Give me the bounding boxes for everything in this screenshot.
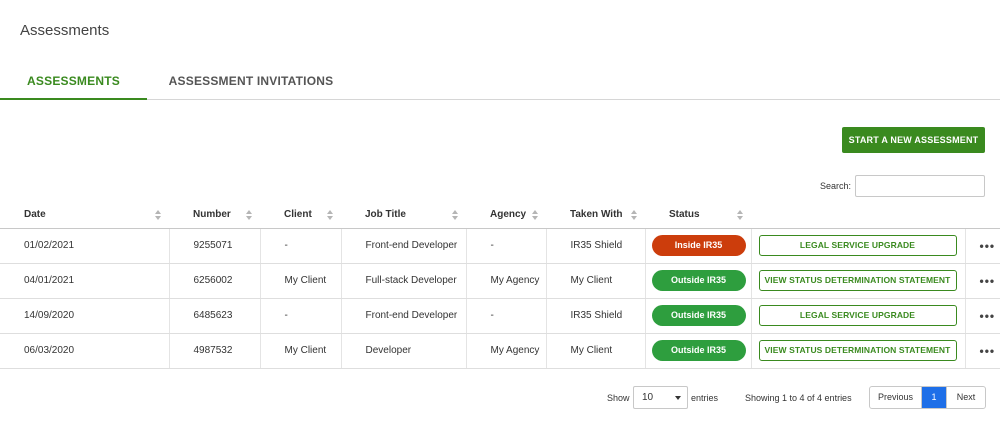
cell-date: 06/03/2020 <box>0 333 170 369</box>
cell-client: - <box>260 228 342 264</box>
search-label: Search: <box>820 181 852 191</box>
cell-agency: - <box>466 228 547 264</box>
cell-action: LEGAL SERVICE UPGRADE <box>751 228 966 264</box>
sort-icon <box>327 210 333 220</box>
legal-service-upgrade-button[interactable]: LEGAL SERVICE UPGRADE <box>758 235 957 256</box>
status-badge: Outside IR35 <box>651 340 746 361</box>
cell-number: 6256002 <box>169 263 261 299</box>
more-horizontal-icon[interactable]: ••• <box>980 344 996 358</box>
status-badge: Inside IR35 <box>651 235 746 256</box>
header-job-title[interactable]: Job Title <box>341 202 466 229</box>
legal-service-upgrade-button[interactable]: LEGAL SERVICE UPGRADE <box>758 305 957 326</box>
entries-label: entries <box>691 393 719 403</box>
table-row: 04/01/2021 6256002 My Client Full-stack … <box>0 263 1000 299</box>
cell-action: VIEW STATUS DETERMINATION STATEMENT <box>751 333 966 369</box>
cell-taken-with: IR35 Shield <box>546 228 646 264</box>
sort-icon <box>452 210 458 220</box>
table-info: Showing 1 to 4 of 4 entries <box>745 393 852 403</box>
next-page-button[interactable]: Next <box>946 387 985 408</box>
cell-status: Outside IR35 <box>645 298 752 334</box>
tab-assessment-invitations[interactable]: ASSESSMENT INVITATIONS <box>147 64 355 100</box>
cell-action: VIEW STATUS DETERMINATION STATEMENT <box>751 263 966 299</box>
cell-date: 14/09/2020 <box>0 298 170 334</box>
cell-date: 04/01/2021 <box>0 263 170 299</box>
previous-page-button[interactable]: Previous <box>870 387 922 408</box>
header-status[interactable]: Status <box>645 202 751 229</box>
sort-icon <box>532 210 538 220</box>
more-horizontal-icon[interactable]: ••• <box>980 239 996 253</box>
header-client[interactable]: Client <box>260 202 341 229</box>
assessments-table: Date Number Client Job Title Agency Take… <box>0 202 1000 369</box>
pagination: Previous 1 Next <box>869 386 986 409</box>
cell-job-title: Front-end Developer <box>341 228 467 264</box>
cell-taken-with: My Client <box>546 263 646 299</box>
sort-icon <box>246 210 252 220</box>
header-more <box>965 202 1000 229</box>
cell-agency: My Agency <box>466 263 547 299</box>
cell-taken-with: My Client <box>546 333 646 369</box>
status-badge: Outside IR35 <box>651 270 746 291</box>
cell-number: 6485623 <box>169 298 261 334</box>
cell-more: ••• <box>965 298 1000 334</box>
table-row: 14/09/2020 6485623 - Front-end Developer… <box>0 298 1000 334</box>
more-horizontal-icon[interactable]: ••• <box>980 274 996 288</box>
header-action <box>751 202 965 229</box>
table-row: 06/03/2020 4987532 My Client Developer M… <box>0 333 1000 369</box>
sort-icon <box>155 210 161 220</box>
search-input[interactable] <box>855 175 985 197</box>
cell-client: My Client <box>260 263 342 299</box>
cell-action: LEGAL SERVICE UPGRADE <box>751 298 966 334</box>
table-header-row: Date Number Client Job Title Agency Take… <box>0 202 1000 229</box>
header-taken-with[interactable]: Taken With <box>546 202 645 229</box>
tab-bar: ASSESSMENTS ASSESSMENT INVITATIONS <box>0 64 1000 100</box>
cell-more: ••• <box>965 228 1000 264</box>
table-row: 01/02/2021 9255071 - Front-end Developer… <box>0 228 1000 264</box>
cell-job-title: Developer <box>341 333 467 369</box>
cell-status: Outside IR35 <box>645 263 752 299</box>
sort-icon <box>737 210 743 220</box>
cell-more: ••• <box>965 263 1000 299</box>
cell-agency: My Agency <box>466 333 547 369</box>
cell-number: 4987532 <box>169 333 261 369</box>
sort-icon <box>631 210 637 220</box>
tab-assessments[interactable]: ASSESSMENTS <box>0 64 147 100</box>
more-horizontal-icon[interactable]: ••• <box>980 309 996 323</box>
cell-client: - <box>260 298 342 334</box>
view-status-determination-button[interactable]: VIEW STATUS DETERMINATION STATEMENT <box>758 270 957 291</box>
view-status-determination-button[interactable]: VIEW STATUS DETERMINATION STATEMENT <box>758 340 957 361</box>
chevron-down-icon <box>675 396 681 400</box>
header-date[interactable]: Date <box>0 202 169 229</box>
cell-date: 01/02/2021 <box>0 228 170 264</box>
cell-number: 9255071 <box>169 228 261 264</box>
page-size-value: 10 <box>642 392 654 403</box>
start-new-assessment-button[interactable]: START A NEW ASSESSMENT <box>842 127 985 153</box>
cell-status: Inside IR35 <box>645 228 752 264</box>
show-label: Show <box>607 393 630 403</box>
cell-status: Outside IR35 <box>645 333 752 369</box>
header-number[interactable]: Number <box>169 202 260 229</box>
cell-job-title: Full-stack Developer <box>341 263 467 299</box>
header-agency[interactable]: Agency <box>466 202 546 229</box>
cell-job-title: Front-end Developer <box>341 298 467 334</box>
cell-agency: - <box>466 298 547 334</box>
page-title: Assessments <box>20 22 110 39</box>
status-badge: Outside IR35 <box>651 305 746 326</box>
cell-client: My Client <box>260 333 342 369</box>
page-1-button[interactable]: 1 <box>922 387 946 408</box>
cell-taken-with: IR35 Shield <box>546 298 646 334</box>
cell-more: ••• <box>965 333 1000 369</box>
page-size-select[interactable]: 10 <box>633 386 688 409</box>
